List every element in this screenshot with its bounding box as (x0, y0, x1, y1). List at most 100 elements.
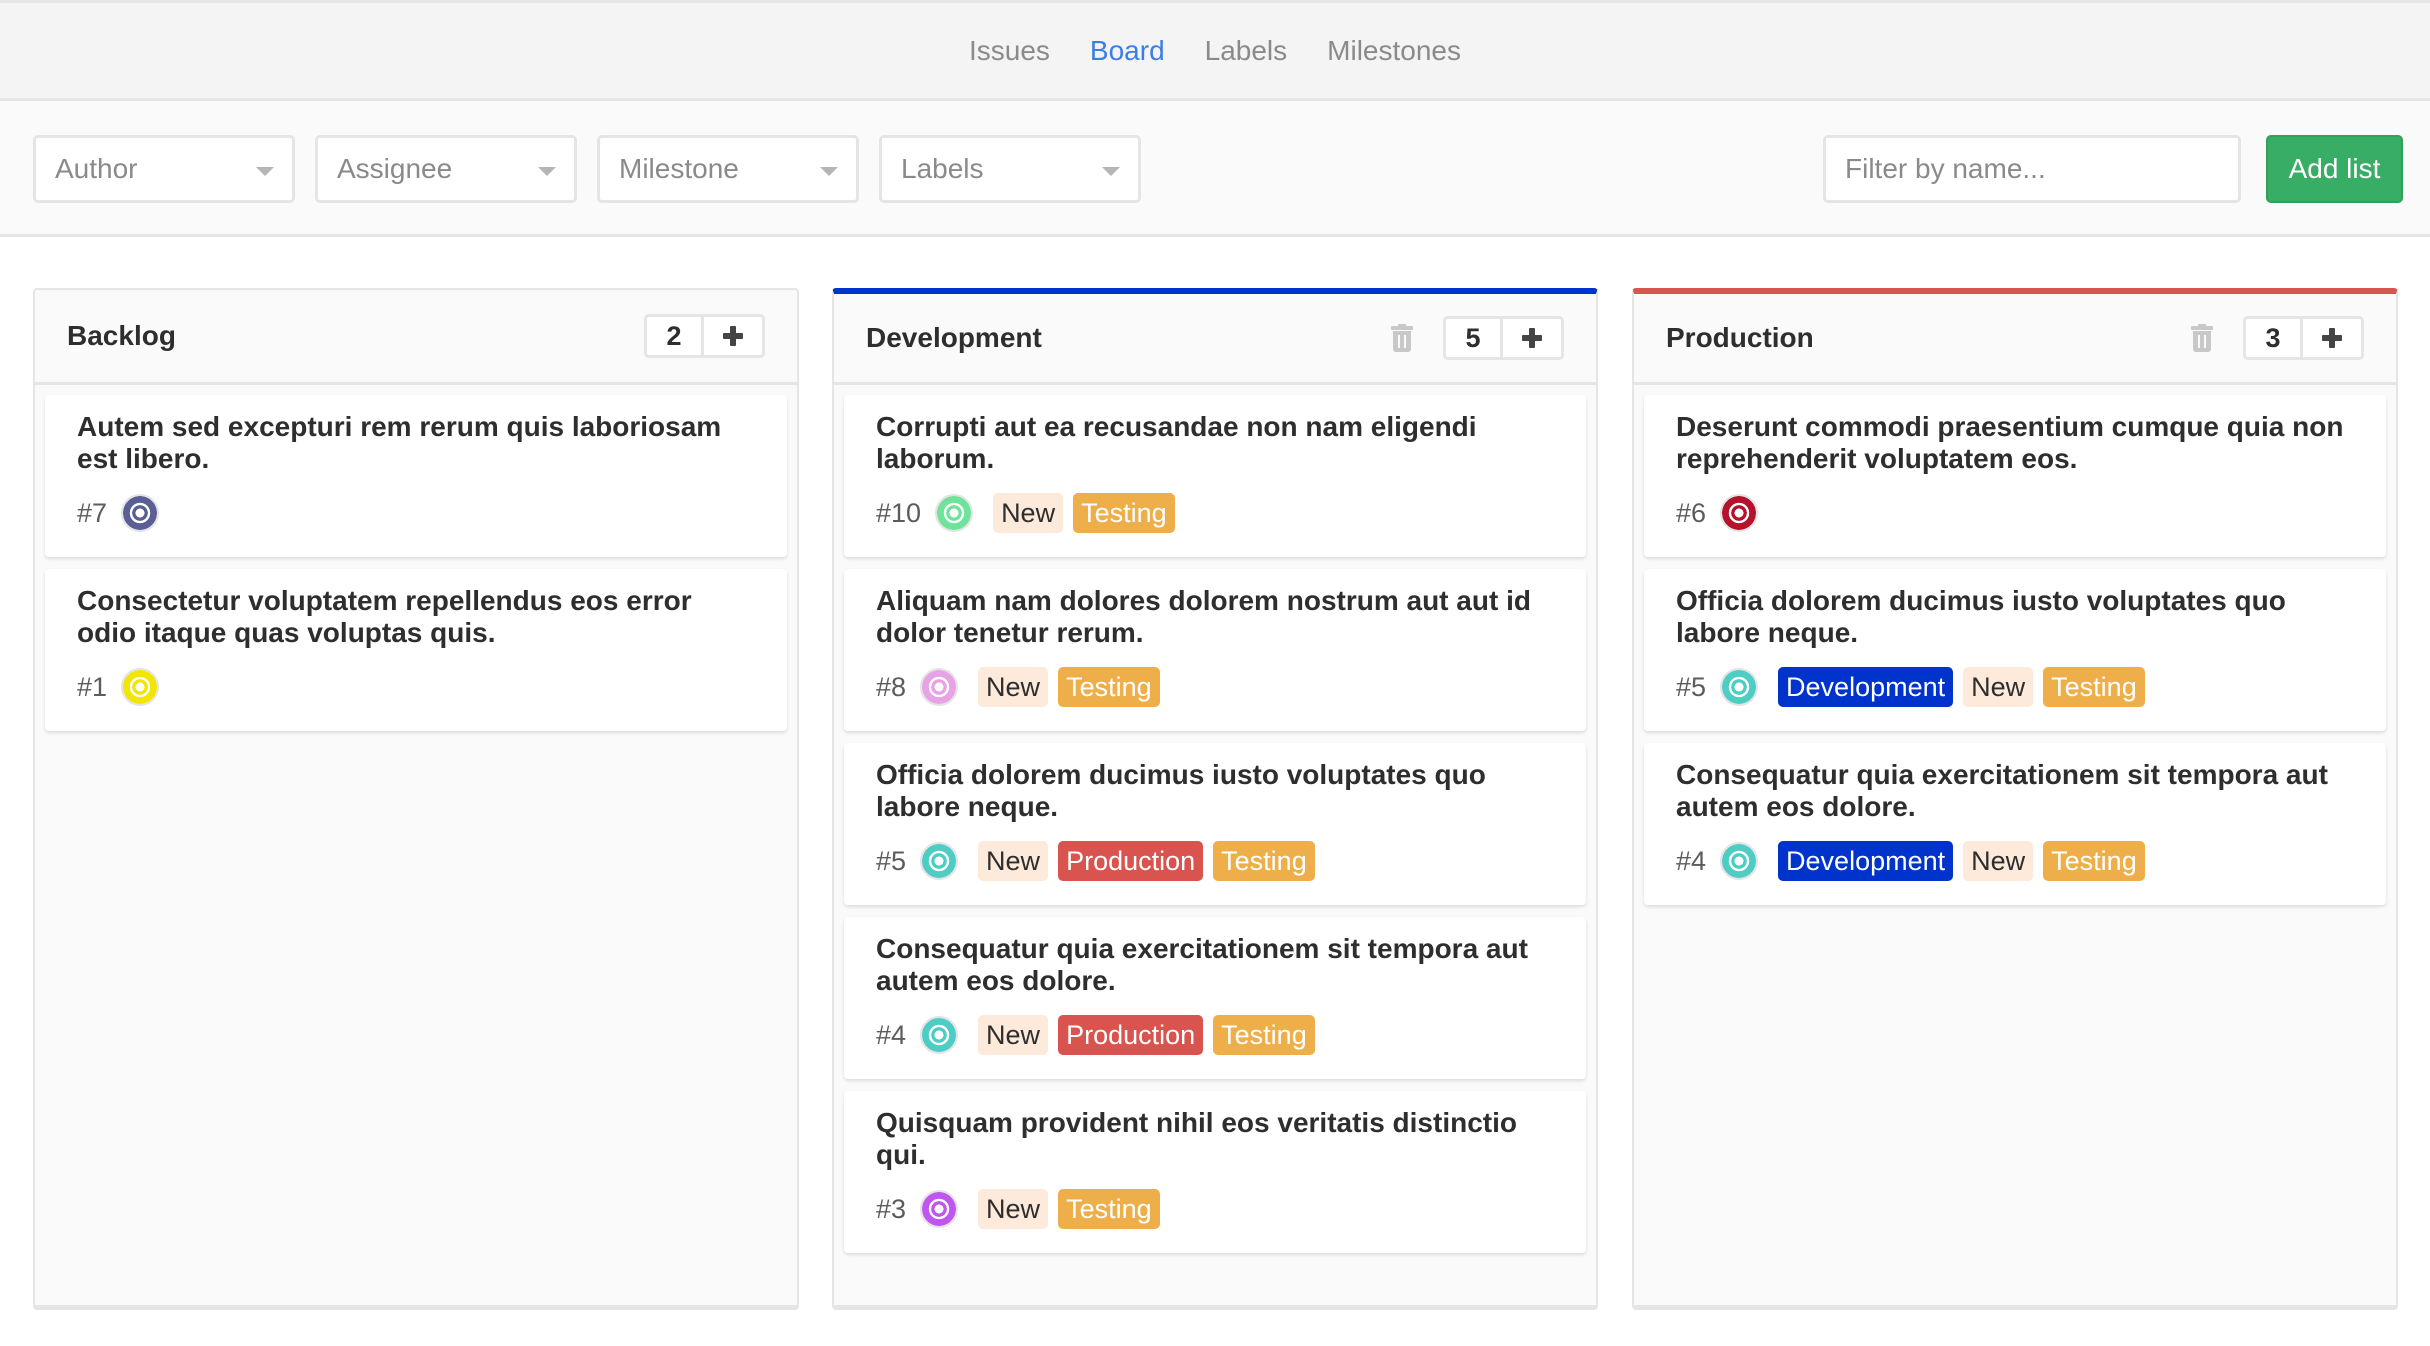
list-actions: 2 (644, 314, 765, 358)
new-issue-button[interactable] (704, 317, 762, 355)
issue-card[interactable]: Consequatur quia exercitationem sit temp… (844, 917, 1586, 1079)
issue-meta: #3 New Testing (876, 1189, 1554, 1229)
label-development[interactable]: Development (1778, 667, 1954, 707)
issue-card[interactable]: Officia dolorem ducimus iusto voluptates… (1644, 569, 2386, 731)
issue-card[interactable]: Officia dolorem ducimus iusto voluptates… (844, 743, 1586, 905)
filter-by-name-input[interactable] (1823, 135, 2241, 203)
issue-title[interactable]: Autem sed excepturi rem rerum quis labor… (77, 411, 755, 475)
card-list: Deserunt commodi praesentium cumque quia… (1634, 385, 2396, 905)
new-issue-button[interactable] (1503, 319, 1561, 357)
issue-title[interactable]: Quisquam provident nihil eos veritatis d… (876, 1107, 1554, 1171)
list-header: Backlog 2 (35, 290, 797, 385)
author-dropdown-label: Author (55, 153, 138, 184)
issue-meta: #7 (77, 493, 755, 533)
list-counter: 5 (1443, 316, 1564, 360)
assignee-avatar[interactable] (1720, 494, 1759, 532)
milestone-dropdown[interactable]: Milestone (597, 135, 859, 203)
list-actions: 5 (1391, 316, 1564, 360)
board-nav: Issues Board Labels Milestones (0, 0, 2430, 101)
new-issue-button[interactable] (2303, 319, 2361, 357)
list-title: Production (1666, 322, 1814, 353)
nav-issues[interactable]: Issues (969, 35, 1050, 67)
issue-number: #10 (876, 497, 922, 528)
issue-card[interactable]: Quisquam provident nihil eos veritatis d… (844, 1091, 1586, 1253)
issue-title[interactable]: Consequatur quia exercitationem sit temp… (876, 933, 1554, 997)
assignee-avatar[interactable] (1720, 668, 1759, 706)
list-title: Backlog (67, 320, 176, 351)
issue-title[interactable]: Officia dolorem ducimus iusto voluptates… (1676, 585, 2354, 649)
label-new[interactable]: New (978, 667, 1049, 707)
label-testing[interactable]: Testing (2043, 667, 2145, 707)
issue-number: #4 (876, 1019, 907, 1050)
issue-title[interactable]: Officia dolorem ducimus iusto voluptates… (876, 759, 1554, 823)
labels-dropdown-label: Labels (901, 153, 984, 184)
plus-icon (1522, 328, 1542, 348)
label-new[interactable]: New (978, 841, 1049, 881)
filter-bar: Author Assignee Milestone Labels Add lis… (0, 101, 2430, 237)
milestone-dropdown-label: Milestone (619, 153, 739, 184)
label-testing[interactable]: Testing (1213, 1015, 1315, 1055)
issue-card[interactable]: Aliquam nam dolores dolorem nostrum aut … (844, 569, 1586, 731)
list-counter: 2 (644, 314, 765, 358)
nav-labels[interactable]: Labels (1205, 35, 1288, 67)
label-production[interactable]: Production (1058, 841, 1204, 881)
issue-number: #6 (1676, 497, 1707, 528)
board-list-development: Development 5 Corrupti aut ea recusandae n… (832, 288, 1598, 1310)
author-dropdown[interactable]: Author (33, 135, 295, 203)
issue-meta: #5 New Production Testing (876, 841, 1554, 881)
assignee-dropdown-label: Assignee (337, 153, 453, 184)
issue-title[interactable]: Corrupti aut ea recusandae non nam elige… (876, 411, 1554, 475)
label-development[interactable]: Development (1778, 841, 1954, 881)
issue-meta: #4 New Production Testing (876, 1015, 1554, 1055)
list-actions: 3 (2191, 316, 2364, 360)
nav-board[interactable]: Board (1090, 35, 1165, 67)
label-testing[interactable]: Testing (1073, 493, 1175, 533)
issue-title[interactable]: Consequatur quia exercitationem sit temp… (1676, 759, 2354, 823)
label-new[interactable]: New (1963, 667, 2034, 707)
trash-icon[interactable] (2191, 324, 2213, 352)
assignee-avatar[interactable] (920, 842, 959, 880)
issue-title[interactable]: Aliquam nam dolores dolorem nostrum aut … (876, 585, 1554, 649)
assignee-avatar[interactable] (920, 1016, 959, 1054)
label-testing[interactable]: Testing (1213, 841, 1315, 881)
assignee-avatar[interactable] (935, 494, 974, 532)
label-testing[interactable]: Testing (2043, 841, 2145, 881)
assignee-avatar[interactable] (121, 668, 160, 706)
issue-card[interactable]: Corrupti aut ea recusandae non nam elige… (844, 395, 1586, 557)
label-production[interactable]: Production (1058, 1015, 1204, 1055)
label-testing[interactable]: Testing (1058, 1189, 1160, 1229)
label-new[interactable]: New (978, 1015, 1049, 1055)
caret-down-icon (256, 167, 274, 176)
label-new[interactable]: New (978, 1189, 1049, 1229)
issue-card[interactable]: Consequatur quia exercitationem sit temp… (1644, 743, 2386, 905)
issue-title[interactable]: Consectetur voluptatem repellendus eos e… (77, 585, 755, 649)
issue-number: #8 (876, 671, 907, 702)
label-testing[interactable]: Testing (1058, 667, 1160, 707)
caret-down-icon (1102, 167, 1120, 176)
assignee-avatar[interactable] (920, 1190, 959, 1228)
label-new[interactable]: New (1963, 841, 2034, 881)
issue-meta: #1 (77, 667, 755, 707)
assignee-dropdown[interactable]: Assignee (315, 135, 577, 203)
issue-count: 3 (2246, 319, 2303, 357)
plus-icon (723, 326, 743, 346)
assignee-avatar[interactable] (920, 668, 959, 706)
issue-number: #4 (1676, 845, 1707, 876)
issue-meta: #8 New Testing (876, 667, 1554, 707)
caret-down-icon (538, 167, 556, 176)
labels-dropdown[interactable]: Labels (879, 135, 1141, 203)
issue-count: 5 (1446, 319, 1503, 357)
trash-icon[interactable] (1391, 324, 1413, 352)
add-list-button[interactable]: Add list (2266, 135, 2403, 203)
label-new[interactable]: New (993, 493, 1064, 533)
assignee-avatar[interactable] (121, 494, 160, 532)
issue-card[interactable]: Deserunt commodi praesentium cumque quia… (1644, 395, 2386, 557)
issue-card[interactable]: Autem sed excepturi rem rerum quis labor… (45, 395, 787, 557)
list-header: Development 5 (834, 294, 1596, 385)
issue-title[interactable]: Deserunt commodi praesentium cumque quia… (1676, 411, 2354, 475)
issue-meta: #10 New Testing (876, 493, 1554, 533)
nav-milestones[interactable]: Milestones (1327, 35, 1461, 67)
assignee-avatar[interactable] (1720, 842, 1759, 880)
issue-card[interactable]: Consectetur voluptatem repellendus eos e… (45, 569, 787, 731)
card-list: Corrupti aut ea recusandae non nam elige… (834, 385, 1596, 1253)
